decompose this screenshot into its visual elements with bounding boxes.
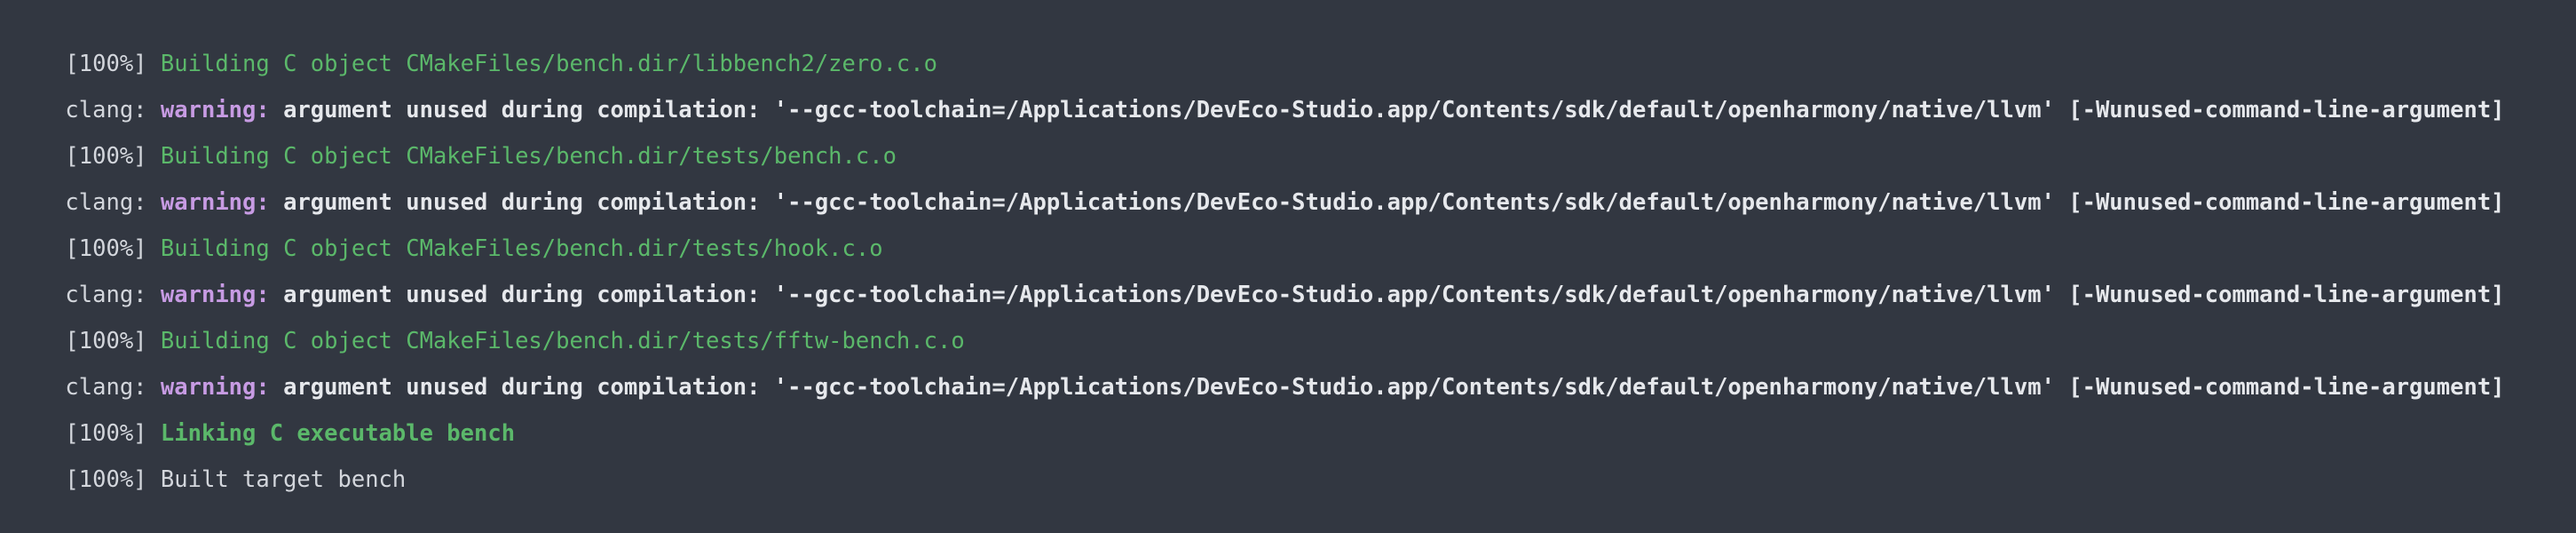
- link-step-text: Linking C executable bench: [160, 420, 516, 447]
- warning-message: argument unused during compilation: '--g…: [283, 189, 2505, 216]
- warning-keyword: warning:: [160, 97, 270, 123]
- build-line: [100%] Building C object CMakeFiles/benc…: [11, 11, 2576, 77]
- tool-name: clang:: [65, 374, 147, 401]
- progress-prefix: [100%]: [65, 328, 147, 354]
- build-step-text: Building C object CMakeFiles/bench.dir/t…: [160, 235, 883, 262]
- tool-name: clang:: [65, 189, 147, 216]
- build-step-text: Building C object CMakeFiles/bench.dir/l…: [160, 51, 937, 77]
- warning-keyword: warning:: [160, 189, 270, 216]
- terminal-output[interactable]: [100%] Building C object CMakeFiles/benc…: [0, 0, 2576, 493]
- build-step-text: Building C object CMakeFiles/bench.dir/t…: [160, 143, 897, 170]
- progress-prefix: [100%]: [65, 51, 147, 77]
- progress-prefix: [100%]: [65, 420, 147, 447]
- tool-name: clang:: [65, 97, 147, 123]
- warning-keyword: warning:: [160, 374, 270, 401]
- warning-message: argument unused during compilation: '--g…: [283, 374, 2505, 401]
- warning-message: argument unused during compilation: '--g…: [283, 282, 2505, 308]
- build-step-text: Building C object CMakeFiles/bench.dir/t…: [160, 328, 965, 354]
- warning-message: argument unused during compilation: '--g…: [283, 97, 2505, 123]
- progress-prefix: [100%]: [65, 143, 147, 170]
- progress-prefix: [100%]: [65, 235, 147, 262]
- warning-keyword: warning:: [160, 282, 270, 308]
- tool-name: clang:: [65, 282, 147, 308]
